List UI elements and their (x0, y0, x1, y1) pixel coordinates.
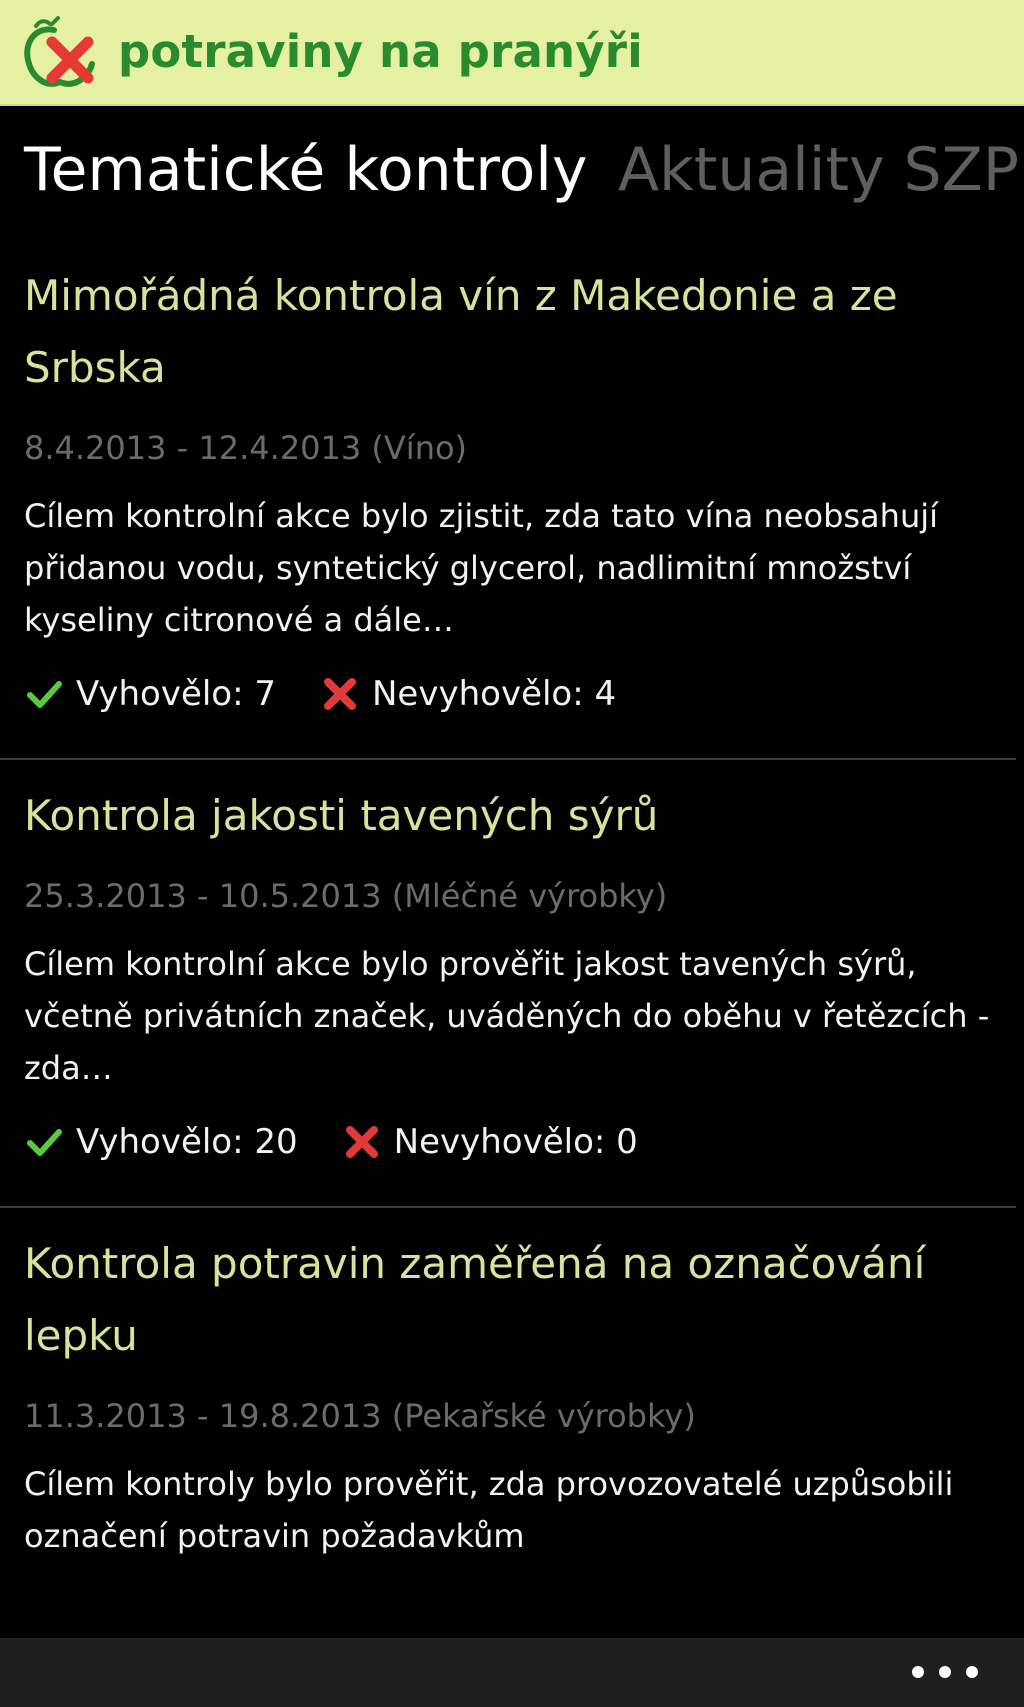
item-title: Kontrola jakosti tavených sýrů (24, 791, 659, 840)
failed-stat: Nevyhovělo: 4 (320, 674, 616, 714)
failed-count: Nevyhovělo: 4 (372, 674, 617, 714)
tab-tematicke-kontroly[interactable]: Tematické kontroly (24, 130, 587, 210)
passed-count: Vyhovělo: 7 (76, 674, 276, 714)
app-bar (0, 1638, 1024, 1707)
app-title: potraviny na pranýři (118, 25, 643, 78)
list-item[interactable]: Mimořádná kontrola vín z Makedonie a ze … (0, 240, 1016, 760)
checkmark-icon (27, 1129, 62, 1156)
item-description: Cílem kontrolní akce bylo zjistit, zda t… (24, 497, 938, 639)
cross-icon (324, 678, 356, 710)
failed-count: Nevyhovělo: 0 (393, 1122, 638, 1162)
pivot-header: Tematické kontroly Aktuality SZPI (0, 130, 1024, 220)
inspection-list: Mimořádná kontrola vín z Makedonie a ze … (0, 240, 1024, 1638)
apple-cross-icon (24, 16, 95, 87)
item-description: Cílem kontroly bylo prověřit, zda provoz… (24, 1465, 954, 1555)
item-title: Mimořádná kontrola vín z Makedonie a ze … (24, 271, 898, 392)
item-date: 8.4.2013 - 12.4.2013 (Víno) (24, 429, 468, 467)
failed-stat: Nevyhovělo: 0 (342, 1122, 638, 1162)
dot (912, 1666, 924, 1678)
list-item[interactable]: Kontrola jakosti tavených sýrů 25.3.2013… (0, 760, 1016, 1208)
item-date: 11.3.2013 - 19.8.2013 (Pekařské výrobky) (24, 1397, 696, 1435)
checkmark-icon (27, 681, 62, 708)
item-description: Cílem kontrolní akce bylo prověřit jakos… (24, 945, 990, 1087)
dot (939, 1666, 951, 1678)
item-stats: Vyhovělo: 20 Nevyhovělo: 0 (24, 1114, 992, 1206)
app-screen: potraviny na pranýři Tematické kontroly … (0, 0, 1024, 1707)
item-stats: Vyhovělo: 7 Nevyhovělo: 4 (24, 666, 992, 758)
tab-aktuality-szpi[interactable]: Aktuality SZPI (618, 130, 1024, 210)
cross-icon (345, 1126, 378, 1158)
passed-stat: Vyhovělo: 20 (24, 1122, 298, 1162)
passed-stat: Vyhovělo: 7 (24, 674, 276, 714)
more-dots-icon[interactable] (912, 1656, 978, 1688)
item-date: 25.3.2013 - 10.5.2013 (Mléčné výrobky) (24, 877, 668, 915)
item-title: Kontrola potravin zaměřená na označování… (24, 1239, 926, 1360)
app-header: potraviny na pranýři (0, 0, 1024, 106)
list-item[interactable]: Kontrola potravin zaměřená na označování… (0, 1208, 1016, 1562)
passed-count: Vyhovělo: 20 (76, 1122, 298, 1162)
dot (966, 1666, 978, 1678)
